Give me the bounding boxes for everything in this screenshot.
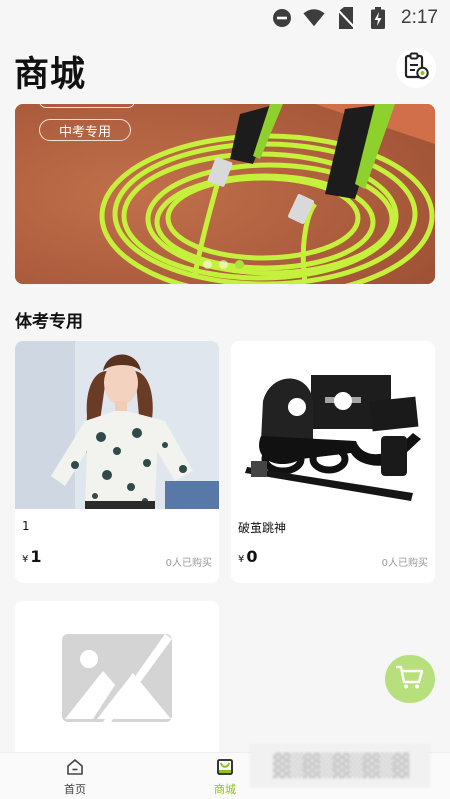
- section-title: 体考专用: [15, 312, 83, 332]
- nav-shop[interactable]: 商城: [195, 759, 255, 797]
- banner-tag-outline: [39, 104, 135, 108]
- carousel-dot[interactable]: [203, 260, 212, 269]
- carousel-dot[interactable]: [219, 260, 228, 269]
- product-sold-count: 0人已购买: [165, 558, 212, 569]
- product-image: [15, 341, 219, 509]
- home-icon: [66, 759, 84, 778]
- product-card[interactable]: [15, 601, 219, 761]
- status-bar: 2:17: [0, 0, 450, 36]
- page-title: 商城: [14, 55, 87, 95]
- orders-button[interactable]: [396, 48, 436, 88]
- do-not-disturb-icon: [271, 7, 293, 29]
- wifi-icon: [303, 7, 325, 29]
- watermark-overlay: ▓▒▓▒▓▒▓▒▓: [250, 744, 430, 788]
- product-price: ¥0: [238, 547, 258, 566]
- battery-charging-icon: [367, 7, 389, 29]
- product-name: 1: [22, 519, 30, 533]
- product-sold-count: 0人已购买: [381, 558, 428, 569]
- nav-shop-label: 商城: [214, 783, 236, 796]
- banner-tag: 中考专用: [39, 119, 131, 141]
- no-sim-icon: [335, 7, 357, 29]
- cart-button[interactable]: [385, 655, 435, 703]
- carousel-dot-active[interactable]: [235, 260, 244, 269]
- header: 商城: [0, 44, 450, 95]
- product-card[interactable]: 破茧跳神 ¥0 0人已购买: [231, 341, 435, 583]
- image-placeholder-icon: [15, 601, 219, 761]
- clipboard-order-icon: [403, 52, 429, 84]
- nav-home-label: 首页: [64, 783, 86, 796]
- carousel-dots: [203, 260, 244, 269]
- product-price: ¥1: [22, 547, 42, 566]
- product-card[interactable]: 1 ¥1 0人已购买: [15, 341, 219, 583]
- status-time: 2:17: [401, 7, 438, 28]
- product-image: [231, 341, 435, 509]
- shop-icon: [216, 759, 234, 778]
- promo-banner[interactable]: 中考专用: [15, 104, 435, 284]
- shopping-cart-icon: [395, 664, 424, 694]
- product-name: 破茧跳神: [238, 521, 287, 535]
- nav-home[interactable]: 首页: [45, 759, 105, 797]
